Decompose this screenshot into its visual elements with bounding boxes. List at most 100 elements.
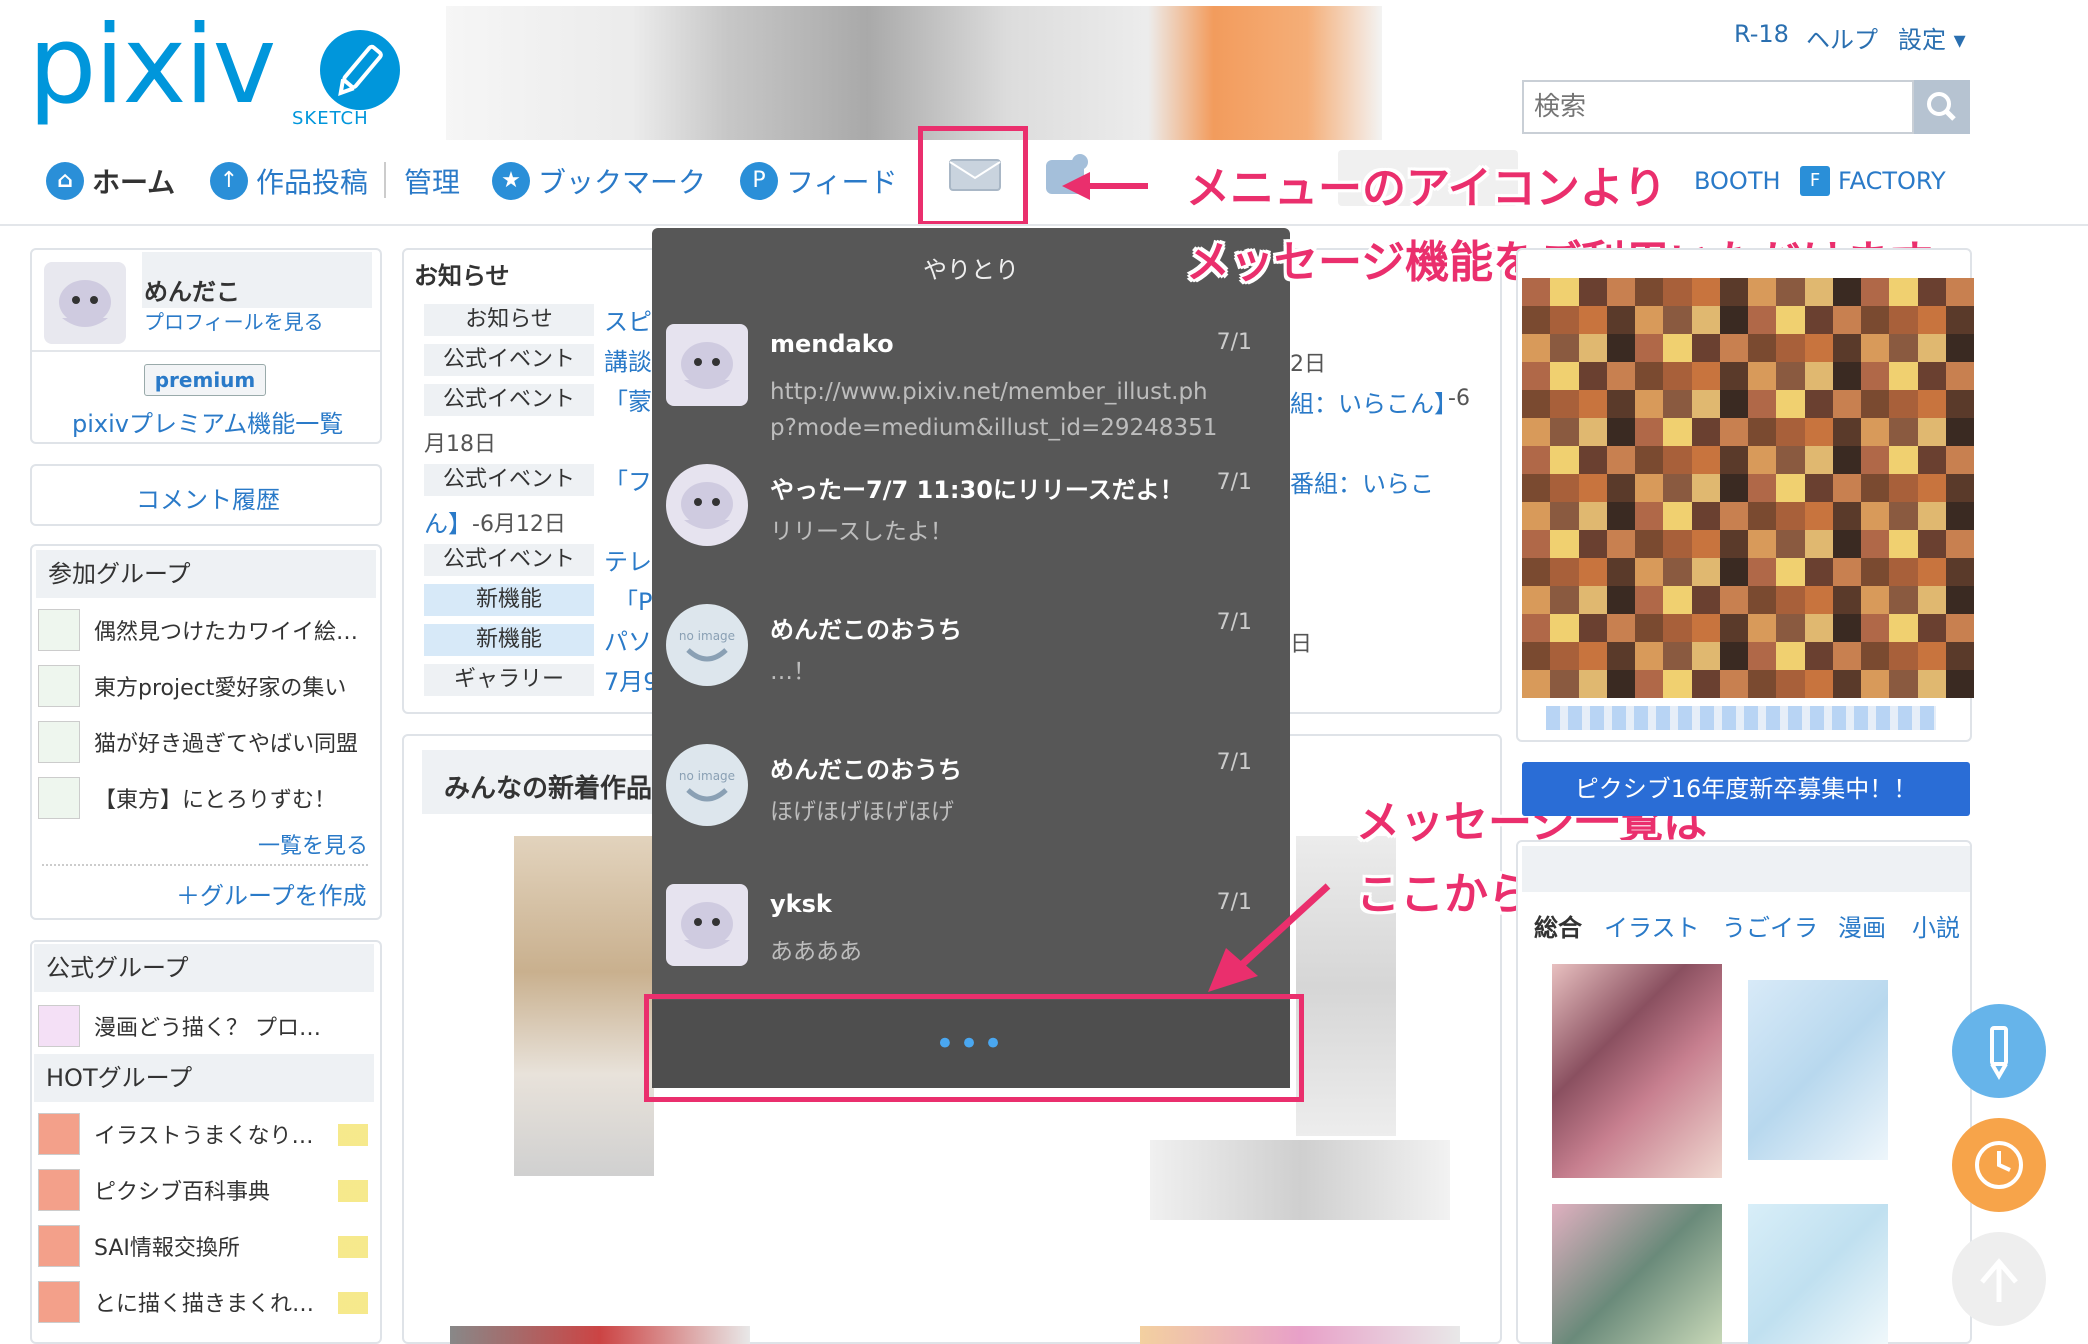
mosaic-pixel bbox=[1663, 334, 1692, 362]
message-preview: リリースしたよ！ bbox=[770, 519, 953, 545]
mosaic-pixel bbox=[1719, 670, 1748, 698]
hot-group-row[interactable]: イラストうまくなり… bbox=[38, 1112, 314, 1156]
search-input[interactable] bbox=[1524, 82, 1884, 132]
mosaic-pixel bbox=[1804, 446, 1833, 474]
message-item[interactable]: no image めんだこのおうち 7/1 ほげほげほげほげ bbox=[666, 744, 1276, 884]
history-button[interactable] bbox=[1952, 1118, 2046, 1212]
group-row[interactable]: 東方project愛好家の集い bbox=[38, 664, 346, 708]
create-group-link[interactable]: ＋グループを作成 bbox=[176, 876, 367, 911]
message-item[interactable]: no image めんだこのおうち 7/1 …！ bbox=[666, 604, 1276, 744]
mosaic-pixel bbox=[1522, 558, 1551, 586]
mosaic-pixel bbox=[1945, 278, 1974, 306]
see-all-groups-link[interactable]: 一覧を見る bbox=[258, 828, 368, 860]
arrow-up-icon bbox=[1980, 1258, 2018, 1302]
blurred-featured-illustration[interactable] bbox=[1522, 278, 1974, 698]
group-row[interactable]: 【東方】にとろりずむ！ bbox=[38, 776, 336, 820]
mosaic-pixel bbox=[1578, 670, 1607, 698]
news-item-link[interactable]: テレ bbox=[604, 542, 652, 577]
blurred-ranking-thumb[interactable] bbox=[1552, 1204, 1722, 1344]
ranking-tab-ugoira[interactable]: うごイラ bbox=[1722, 908, 1818, 943]
premium-badge[interactable]: premium bbox=[144, 364, 266, 396]
mosaic-pixel bbox=[1550, 586, 1579, 614]
recruit-banner[interactable]: ピクシブ16年度新卒募集中！！ bbox=[1522, 762, 1970, 816]
news-item-link[interactable]: スピ bbox=[604, 302, 652, 337]
mosaic-pixel bbox=[1889, 418, 1918, 446]
mosaic-pixel bbox=[1550, 334, 1579, 362]
mosaic-pixel bbox=[1578, 558, 1607, 586]
group-row[interactable]: 偶然見つけたカワイイ絵… bbox=[38, 608, 358, 652]
mosaic-pixel bbox=[1522, 446, 1551, 474]
profile-card: めんだこ プロフィールを見る premium pixivプレミアム機能一覧 bbox=[30, 248, 382, 444]
news-item-link[interactable]: 7月9 bbox=[604, 662, 659, 697]
mosaic-pixel bbox=[1917, 474, 1946, 502]
hot-group-row[interactable]: SAI情報交換所 bbox=[38, 1224, 240, 1268]
joined-groups-header: 参加グループ bbox=[36, 550, 376, 598]
nav-booth[interactable]: BOOTH bbox=[1694, 156, 1781, 206]
help-link[interactable]: ヘルプ bbox=[1806, 20, 1878, 55]
nav-upload[interactable]: ↑ 作品投稿 bbox=[210, 156, 368, 206]
mosaic-pixel bbox=[1691, 586, 1720, 614]
mosaic-pixel bbox=[1606, 642, 1635, 670]
mosaic-pixel bbox=[1719, 334, 1748, 362]
official-group-row[interactable]: 漫画どう描く？ プロ… bbox=[38, 1004, 321, 1048]
settings-menu[interactable]: 設定 ▾ bbox=[1898, 20, 1966, 55]
news-tag: 新機能 bbox=[424, 624, 594, 656]
mosaic-pixel bbox=[1889, 278, 1918, 306]
mosaic-pixel bbox=[1691, 614, 1720, 642]
nav-factory[interactable]: F FACTORY bbox=[1800, 156, 1946, 206]
nav-bookmark[interactable]: ★ ブックマーク bbox=[492, 156, 706, 206]
message-item[interactable]: やったー7/7 11:30にリリースだよ！ 7/1 リリースしたよ！ bbox=[666, 464, 1276, 604]
r18-link[interactable]: R-18 bbox=[1734, 20, 1789, 48]
nav-home[interactable]: ⌂ ホーム bbox=[46, 156, 175, 206]
mosaic-pixel bbox=[1606, 334, 1635, 362]
news-item-link-wrap[interactable]: ん】 bbox=[424, 504, 472, 539]
group-row[interactable]: 猫が好き過ぎてやばい同盟 bbox=[38, 720, 358, 764]
news-title: お知らせ bbox=[414, 262, 510, 290]
group-thumb bbox=[38, 777, 80, 819]
clock-icon bbox=[1975, 1141, 2023, 1189]
news-item-link[interactable]: 「フ bbox=[604, 462, 652, 497]
comment-history-link[interactable]: コメント履歴 bbox=[136, 480, 280, 515]
blurred-ranking-thumb[interactable] bbox=[1552, 964, 1722, 1178]
mosaic-pixel bbox=[1691, 502, 1720, 530]
ranking-tab-illust[interactable]: イラスト bbox=[1604, 908, 1700, 943]
nav-feed[interactable]: P フィード bbox=[740, 156, 897, 206]
premium-features-link[interactable]: pixivプレミアム機能一覧 bbox=[72, 404, 343, 439]
news-item-link[interactable]: パソ bbox=[604, 622, 652, 657]
ranking-tab-manga[interactable]: 漫画 bbox=[1838, 908, 1886, 943]
ranking-tab-novel[interactable]: 小説 bbox=[1912, 908, 1960, 943]
news-item-link[interactable]: 「蒙 bbox=[604, 382, 652, 417]
hot-group-row[interactable]: とに描く描きまくれ… bbox=[38, 1280, 314, 1324]
news-right-link[interactable]: 番組：いらこ bbox=[1290, 464, 1434, 499]
mosaic-pixel bbox=[1861, 586, 1890, 614]
news-tag: ギャラリー bbox=[424, 664, 594, 696]
mosaic-pixel bbox=[1663, 390, 1692, 418]
news-right-link[interactable]: 組：いらこん】 bbox=[1290, 384, 1458, 419]
message-item[interactable]: mendako 7/1 http://www.pixiv.net/member_… bbox=[666, 324, 1276, 464]
comment-history-card[interactable]: コメント履歴 bbox=[30, 464, 382, 526]
octopus-avatar-icon bbox=[666, 464, 748, 546]
octopus-avatar-icon bbox=[666, 884, 748, 966]
scroll-top-button[interactable] bbox=[1952, 1232, 2046, 1326]
mosaic-pixel bbox=[1804, 474, 1833, 502]
blurred-ranking-thumb[interactable] bbox=[1748, 1204, 1888, 1344]
pixiv-sketch-logo[interactable]: pixiv SKETCH bbox=[28, 12, 400, 129]
search-button[interactable] bbox=[1914, 80, 1970, 134]
user-avatar[interactable] bbox=[44, 262, 126, 344]
news-item-link[interactable]: 講談 bbox=[604, 342, 652, 377]
blurred-ranking-thumb[interactable] bbox=[1748, 980, 1888, 1160]
annotation-text: メニューのアイコンより bbox=[1186, 163, 1667, 214]
sketch-post-button[interactable] bbox=[1952, 1004, 2046, 1098]
mosaic-pixel bbox=[1748, 586, 1777, 614]
view-profile-link[interactable]: プロフィールを見る bbox=[144, 306, 324, 335]
mosaic-pixel bbox=[1691, 362, 1720, 390]
ranking-tab-all[interactable]: 総合 bbox=[1534, 908, 1582, 943]
mosaic-pixel bbox=[1861, 446, 1890, 474]
hot-group-row[interactable]: ピクシブ百科事典 bbox=[38, 1168, 270, 1212]
mosaic-pixel bbox=[1522, 614, 1551, 642]
no-image-avatar-icon: no image bbox=[666, 604, 748, 686]
mosaic-pixel bbox=[1719, 418, 1748, 446]
nav-manage[interactable]: 管理 bbox=[404, 156, 460, 206]
new-works-title: みんなの新着作品 bbox=[444, 774, 653, 804]
mosaic-pixel bbox=[1522, 474, 1551, 502]
